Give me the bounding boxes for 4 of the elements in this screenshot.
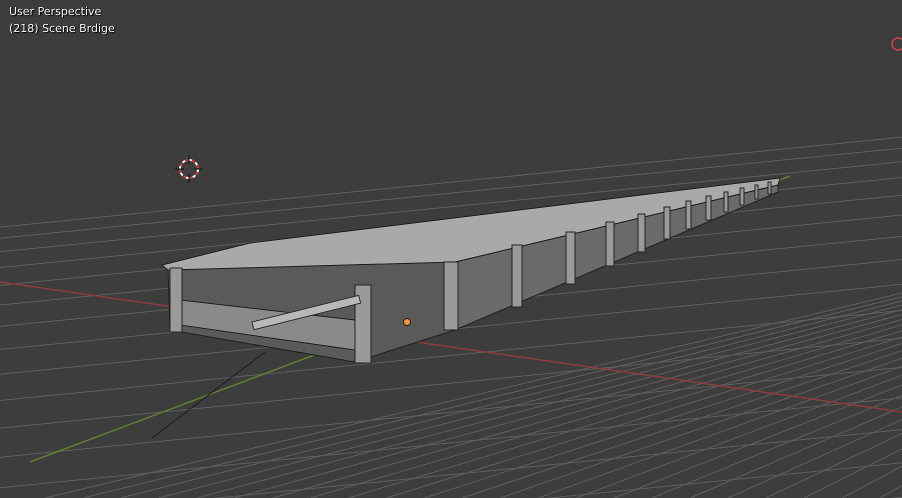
3d-cursor-icon: [174, 154, 204, 184]
scene-info: (218) Scene Brdige: [9, 21, 115, 36]
origin-dot-icon: [403, 318, 411, 326]
view-name: User Perspective: [9, 4, 102, 19]
